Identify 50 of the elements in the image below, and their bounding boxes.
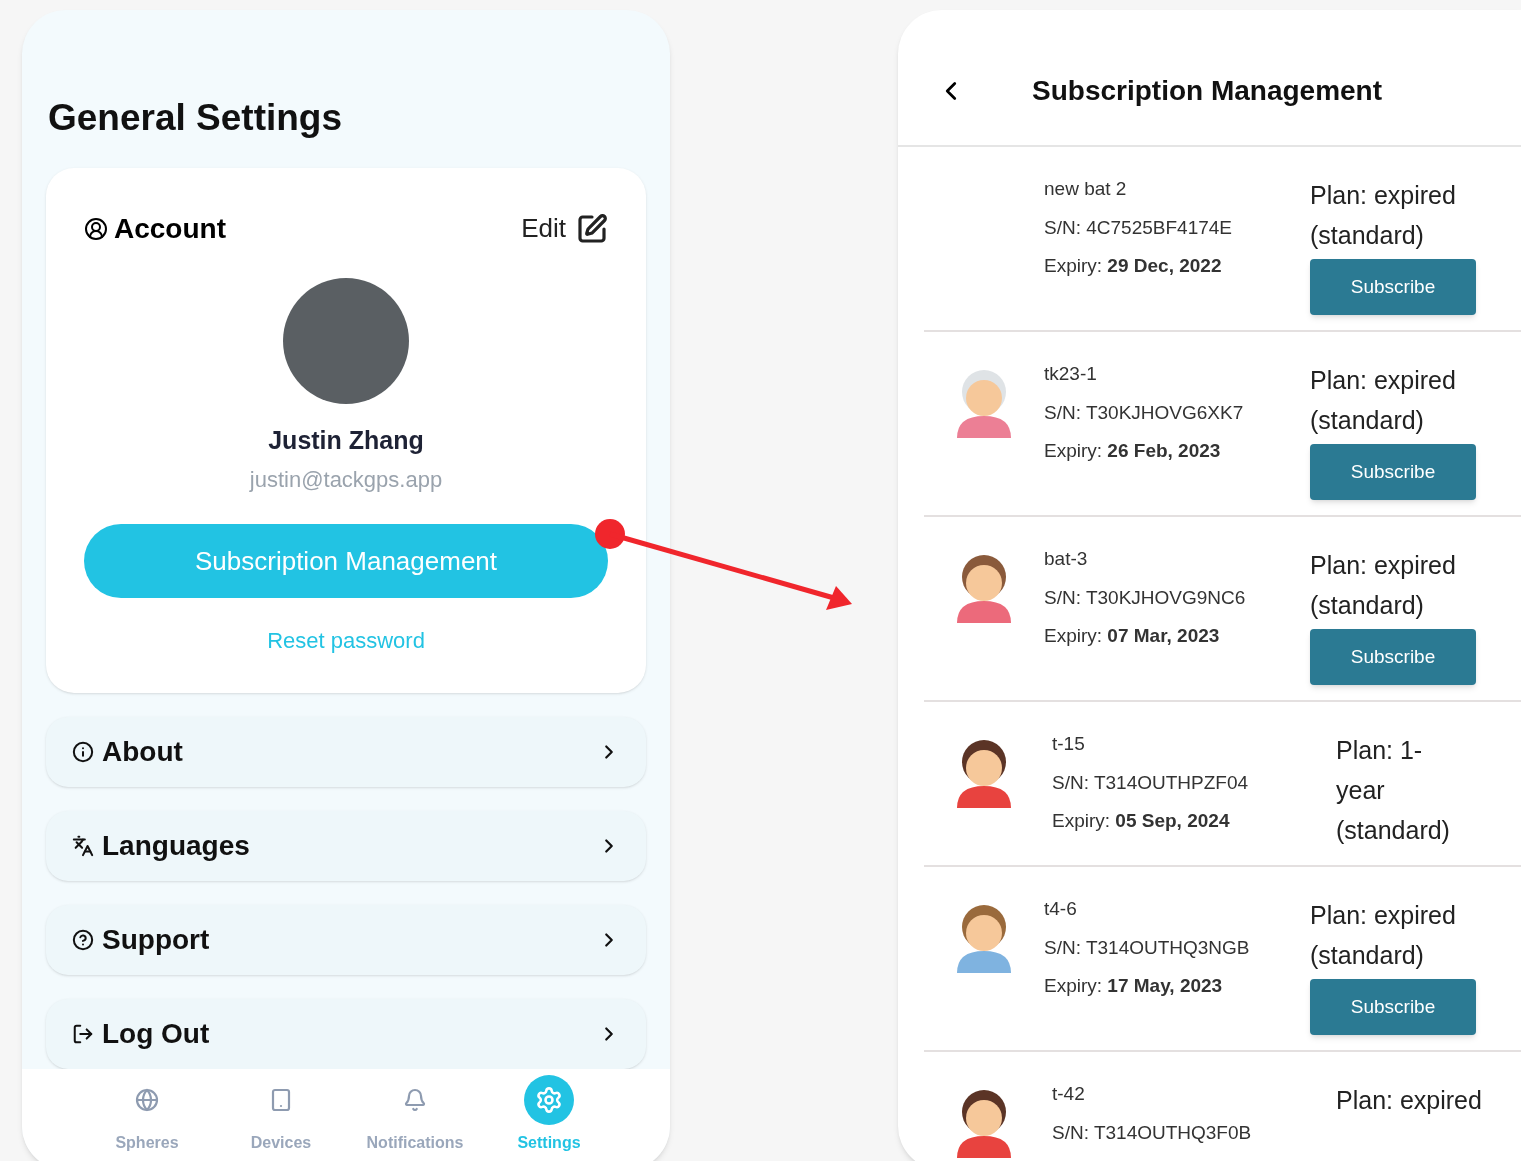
device-name: bat-3: [1044, 547, 1089, 571]
menu-item[interactable]: Languages: [46, 811, 646, 881]
nav-tab[interactable]: Spheres: [80, 1075, 214, 1155]
screen-title: Subscription Management: [1032, 73, 1383, 108]
help-icon: [72, 929, 94, 951]
expiry-date: Expiry: 05 Sep, 2024: [1052, 809, 1231, 833]
subscribe-button[interactable]: Subscribe: [1310, 259, 1476, 315]
expiry-date: Expiry: 07 Mar, 2023: [1044, 624, 1221, 648]
expiry-date: Expiry: 26 Feb, 2023: [1044, 439, 1222, 463]
nav-tab[interactable]: Notifications: [348, 1075, 482, 1155]
translate-icon: [72, 835, 94, 857]
plan-text: Plan: expired: [1336, 1085, 1483, 1116]
user-name: Justin Zhang: [268, 424, 424, 456]
edit-button[interactable]: Edit: [521, 209, 608, 248]
user-icon: [84, 216, 108, 241]
plan-text: Plan: expired (standard): [1310, 550, 1457, 621]
section-heading: Account: [114, 211, 226, 246]
menu-item[interactable]: Log Out: [46, 999, 646, 1069]
device-name: t-42: [1052, 1082, 1086, 1106]
device-name: t4-6: [1044, 897, 1078, 921]
user-email: justin@tackgps.app: [249, 466, 443, 494]
plan-text: Plan: expired (standard): [1310, 900, 1457, 971]
serial-number: S/N: T30KJHOVG9NC6: [1044, 585, 1247, 610]
settings-icon: [535, 1086, 563, 1114]
serial-number: S/N: 4C7525BF4174E: [1044, 215, 1233, 240]
plan-text: Plan: expired (standard): [1310, 180, 1457, 251]
screen-title: General Settings: [48, 96, 344, 140]
serial-number: S/N: T314OUTHQ3NGB: [1044, 935, 1251, 960]
device-name: tk23-1: [1044, 362, 1098, 386]
subscribe-button[interactable]: Subscribe: [1310, 444, 1476, 500]
edit-icon: [576, 212, 608, 245]
plan-text: Plan: 1-year (standard): [1336, 735, 1451, 846]
device-name: new bat 2: [1044, 177, 1128, 201]
menu-item[interactable]: Support: [46, 905, 646, 975]
plan-text: Plan: expired (standard): [1310, 365, 1457, 436]
subscribe-button[interactable]: Subscribe: [1310, 629, 1476, 685]
globe-icon: [135, 1088, 159, 1112]
info-icon: [72, 741, 94, 763]
subscribe-button[interactable]: Subscribe: [1310, 979, 1476, 1035]
serial-number: S/N: T314OUTHQ3F0B: [1052, 1120, 1253, 1145]
serial-number: S/N: T30KJHOVG6XK7: [1044, 400, 1245, 425]
bell-icon: [403, 1088, 427, 1112]
serial-number: S/N: T314OUTHPZF04: [1052, 770, 1250, 795]
expiry-date: Expiry: 17 May, 2023: [1044, 974, 1224, 998]
expiry-date: Expiry: 29 Dec, 2022: [1044, 254, 1223, 278]
nav-tab[interactable]: Devices: [214, 1075, 348, 1155]
device-name: t-15: [1052, 732, 1086, 756]
menu-item[interactable]: About: [46, 717, 646, 787]
device-icon: [269, 1088, 293, 1112]
logout-icon: [72, 1023, 94, 1045]
